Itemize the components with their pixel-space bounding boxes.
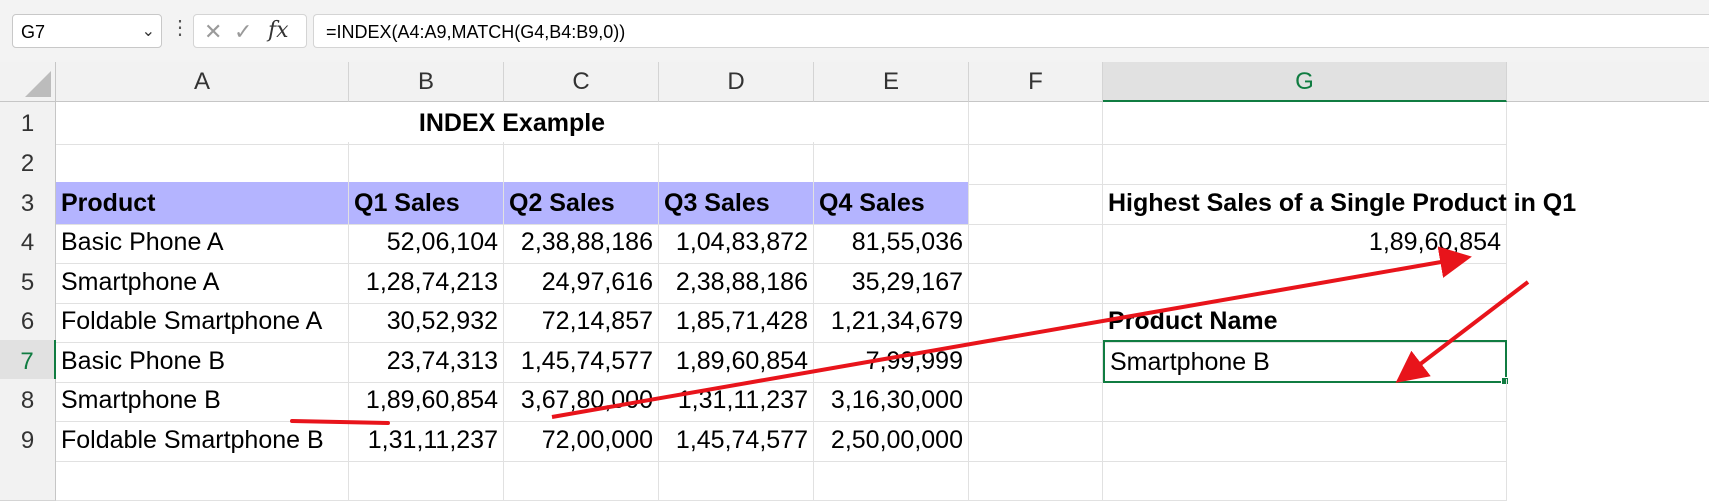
spreadsheet-grid: A B C D E F G 1 2 3 4 5 6 7 8 9 INDEX Ex… [0, 62, 1709, 502]
cell-f8[interactable] [969, 379, 1103, 422]
cell-f6[interactable] [969, 300, 1103, 343]
cell-f5[interactable] [969, 261, 1103, 304]
sales-cell[interactable]: 3,67,80,000 [504, 379, 659, 422]
cell-b2[interactable] [349, 142, 504, 185]
cell-f4[interactable] [969, 221, 1103, 264]
cell-g8[interactable] [1103, 379, 1507, 422]
sales-cell[interactable]: 52,06,104 [349, 221, 504, 264]
sales-cell[interactable]: 1,89,60,854 [349, 379, 504, 422]
cell-d2[interactable] [659, 142, 814, 185]
highest-sales-label[interactable]: Highest Sales of a Single Product in Q1 [1103, 182, 1576, 225]
cell-f1[interactable] [969, 102, 1103, 145]
cancel-icon[interactable]: ✕ [204, 19, 222, 45]
sales-cell[interactable]: 1,45,74,577 [504, 340, 659, 383]
sales-cell[interactable]: 23,74,313 [349, 340, 504, 383]
insert-function-icon[interactable]: fx [268, 18, 289, 43]
cell-d10[interactable] [659, 458, 814, 501]
sales-cell[interactable]: 30,52,932 [349, 300, 504, 343]
cell-a10[interactable] [56, 458, 349, 501]
chevron-down-icon[interactable]: ⌄ [142, 21, 155, 41]
column-header-a[interactable]: A [56, 62, 349, 102]
row-header-6[interactable]: 6 [0, 300, 56, 343]
sales-cell[interactable]: 1,04,83,872 [659, 221, 814, 264]
product-name-result[interactable]: Smartphone B [1103, 340, 1509, 385]
sales-cell[interactable]: 1,31,11,237 [349, 419, 504, 462]
product-name-label[interactable]: Product Name [1103, 300, 1507, 343]
name-box-value: G7 [21, 22, 46, 42]
cell-b10[interactable] [349, 458, 504, 501]
header-q2-sales[interactable]: Q2 Sales [504, 182, 659, 225]
cell-g5[interactable] [1103, 261, 1507, 304]
cell-f3[interactable] [969, 182, 1103, 225]
row-header-9[interactable]: 9 [0, 419, 56, 462]
cell-g2[interactable] [1103, 142, 1507, 185]
row-header-5[interactable]: 5 [0, 261, 56, 304]
cell-c10[interactable] [504, 458, 659, 501]
header-q1-sales[interactable]: Q1 Sales [349, 182, 504, 225]
row-header-2[interactable]: 2 [0, 142, 56, 185]
title-cell[interactable]: INDEX Example [56, 102, 969, 145]
sales-cell[interactable]: 1,85,71,428 [659, 300, 814, 343]
product-cell[interactable]: Basic Phone A [56, 221, 349, 264]
formula-input[interactable]: =INDEX(A4:A9,MATCH(G4,B4:B9,0)) [313, 14, 1709, 48]
formula-text: =INDEX(A4:A9,MATCH(G4,B4:B9,0)) [326, 22, 626, 42]
cell-f10[interactable] [969, 458, 1103, 501]
column-header-d[interactable]: D [659, 62, 814, 102]
sales-cell[interactable]: 72,14,857 [504, 300, 659, 343]
sales-cell[interactable]: 1,28,74,213 [349, 261, 504, 304]
row-header-10[interactable] [0, 458, 56, 501]
cell-g1[interactable] [1103, 102, 1507, 145]
column-header-c[interactable]: C [504, 62, 659, 102]
cell-g9[interactable] [1103, 419, 1507, 462]
name-box[interactable]: G7 ⌄ [12, 14, 162, 48]
product-cell[interactable]: Foldable Smartphone B [56, 419, 349, 462]
enter-icon[interactable]: ✓ [234, 19, 252, 45]
sales-cell[interactable]: 7,99,999 [814, 340, 969, 383]
column-header-b[interactable]: B [349, 62, 504, 102]
sales-cell[interactable]: 1,21,34,679 [814, 300, 969, 343]
cell-c2[interactable] [504, 142, 659, 185]
cell-f2[interactable] [969, 142, 1103, 185]
product-cell[interactable]: Foldable Smartphone A [56, 300, 349, 343]
highest-sales-value[interactable]: 1,89,60,854 [1103, 221, 1507, 264]
cell-f9[interactable] [969, 419, 1103, 462]
row-header-8[interactable]: 8 [0, 379, 56, 422]
cell-e2[interactable] [814, 142, 969, 185]
sales-cell[interactable]: 35,29,167 [814, 261, 969, 304]
sales-cell[interactable]: 72,00,000 [504, 419, 659, 462]
column-header-f[interactable]: F [969, 62, 1103, 102]
sales-cell[interactable]: 1,31,11,237 [659, 379, 814, 422]
column-header-g[interactable]: G [1103, 62, 1507, 102]
product-cell[interactable]: Basic Phone B [56, 340, 349, 383]
row-header-4[interactable]: 4 [0, 221, 56, 264]
cell-g10[interactable] [1103, 458, 1507, 501]
sales-cell[interactable]: 2,50,00,000 [814, 419, 969, 462]
product-cell[interactable]: Smartphone B [56, 379, 349, 422]
sales-cell[interactable]: 2,38,88,186 [659, 261, 814, 304]
sales-cell[interactable]: 2,38,88,186 [504, 221, 659, 264]
formula-bar: G7 ⌄ ⋮ ✕ ✓ fx =INDEX(A4:A9,MATCH(G4,B4:B… [0, 0, 1709, 63]
more-options-icon[interactable]: ⋮ [170, 15, 190, 40]
cell-f7[interactable] [969, 340, 1103, 383]
sales-cell[interactable]: 1,45,74,577 [659, 419, 814, 462]
row-header-7[interactable]: 7 [0, 340, 56, 383]
sales-cell[interactable]: 81,55,036 [814, 221, 969, 264]
sales-cell[interactable]: 1,89,60,854 [659, 340, 814, 383]
sales-cell[interactable]: 24,97,616 [504, 261, 659, 304]
row-header-1[interactable]: 1 [0, 102, 56, 145]
cell-a2[interactable] [56, 142, 349, 185]
formula-buttons: ✕ ✓ fx [193, 14, 307, 48]
header-product[interactable]: Product [56, 182, 349, 225]
column-header-e[interactable]: E [814, 62, 969, 102]
row-header-3[interactable]: 3 [0, 182, 56, 225]
cell-e10[interactable] [814, 458, 969, 501]
header-q3-sales[interactable]: Q3 Sales [659, 182, 814, 225]
product-cell[interactable]: Smartphone A [56, 261, 349, 304]
sales-cell[interactable]: 3,16,30,000 [814, 379, 969, 422]
column-header-h[interactable] [1507, 62, 1709, 102]
header-q4-sales[interactable]: Q4 Sales [814, 182, 969, 225]
select-all-corner[interactable] [0, 62, 56, 102]
